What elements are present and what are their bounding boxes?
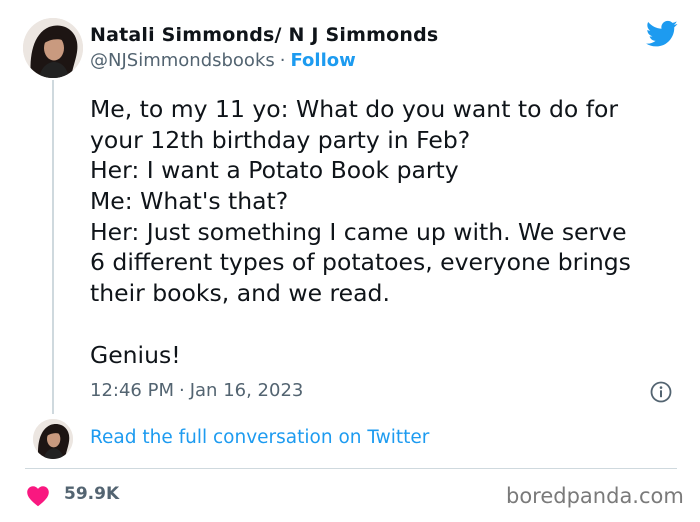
- author-handle-row: @NJSimmondsbooks · Follow: [90, 50, 356, 71]
- tweet-date: Jan 16, 2023: [189, 380, 304, 401]
- read-conversation-link[interactable]: Read the full conversation on Twitter: [90, 427, 429, 448]
- watermark-text: boredpanda.com: [506, 484, 684, 508]
- author-avatar[interactable]: [23, 18, 83, 78]
- like-count[interactable]: 59.9K: [64, 484, 119, 504]
- tweet-line: Me: What's that?: [90, 187, 289, 216]
- thread-connector-line: [52, 80, 54, 414]
- avatar-image: [23, 18, 83, 78]
- tweet-line: Her: Just something I came up with. We s…: [90, 217, 627, 246]
- tweet-body: Me, to my 11 yo: What do you want to do …: [90, 94, 690, 370]
- heart-icon[interactable]: [26, 485, 50, 507]
- tweet-line: Genius!: [90, 340, 181, 369]
- tweet-line: their books, and we read.: [90, 279, 390, 308]
- author-handle[interactable]: @NJSimmondsbooks: [90, 50, 275, 71]
- info-icon[interactable]: [650, 381, 672, 403]
- tweet-timestamp[interactable]: 12:46 PM · Jan 16, 2023: [90, 380, 303, 401]
- tweet-time: 12:46 PM: [90, 380, 174, 401]
- conversation-avatar[interactable]: [33, 419, 73, 459]
- follow-button[interactable]: Follow: [290, 50, 355, 71]
- tweet-line: Me, to my 11 yo: What do you want to do …: [90, 95, 619, 123]
- author-display-name[interactable]: Natali Simmonds/ N J Simmonds: [90, 24, 438, 46]
- tweet-line: Her: I want a Potato Book party: [90, 156, 459, 185]
- avatar-image: [33, 419, 73, 459]
- timestamp-separator: ·: [178, 380, 185, 401]
- handle-separator: ·: [279, 50, 286, 71]
- divider: [25, 468, 677, 469]
- tweet-line: your 12th birthday party in Feb?: [90, 125, 471, 154]
- twitter-bird-icon[interactable]: [646, 20, 678, 48]
- tweet-line: 6 different types of potatoes, everyone …: [90, 248, 631, 277]
